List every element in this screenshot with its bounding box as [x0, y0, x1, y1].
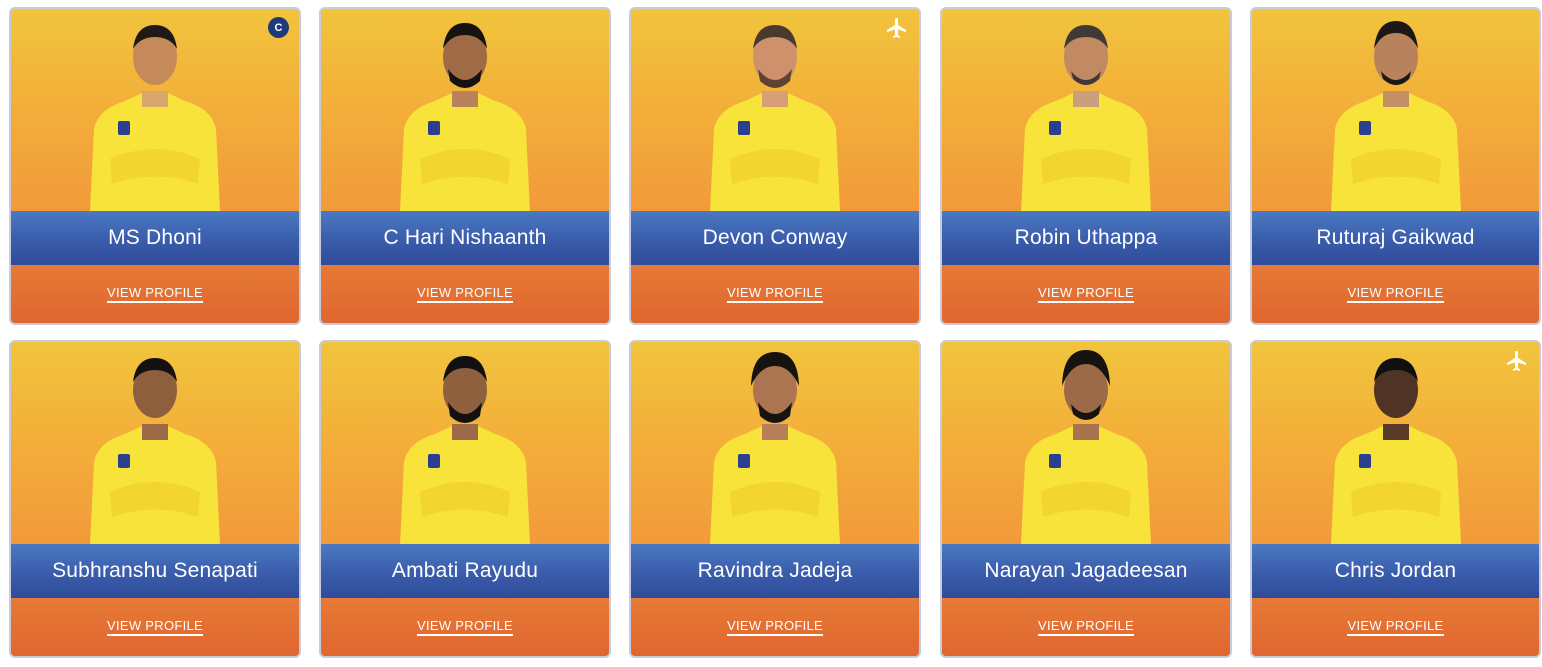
- player-card[interactable]: Ambati Rayudu VIEW PROFILE: [319, 340, 611, 658]
- player-grid: C MS Dhoni VIEW PROFILE C Hari Nishaanth…: [0, 0, 1542, 667]
- captain-badge: C: [268, 17, 289, 38]
- player-name: Subhranshu Senapati: [11, 544, 299, 598]
- view-profile-link[interactable]: VIEW PROFILE: [416, 618, 514, 636]
- player-name: Ruturaj Gaikwad: [1252, 211, 1539, 265]
- card-footer: VIEW PROFILE: [11, 265, 299, 323]
- player-image: [400, 23, 530, 211]
- player-card[interactable]: C Hari Nishaanth VIEW PROFILE: [319, 7, 611, 325]
- card-footer: VIEW PROFILE: [321, 265, 609, 323]
- player-name: Robin Uthappa: [942, 211, 1230, 265]
- player-card[interactable]: Ravindra Jadeja VIEW PROFILE: [629, 340, 921, 658]
- view-profile-link[interactable]: VIEW PROFILE: [726, 285, 824, 303]
- player-photo: [631, 9, 919, 211]
- view-profile-link[interactable]: VIEW PROFILE: [1037, 618, 1135, 636]
- player-photo: [631, 342, 919, 544]
- plane-icon: [887, 18, 906, 38]
- player-card[interactable]: Narayan Jagadeesan VIEW PROFILE: [940, 340, 1232, 658]
- player-name: Ambati Rayudu: [321, 544, 609, 598]
- player-photo: [11, 9, 299, 211]
- player-photo: [1252, 342, 1539, 544]
- view-profile-link[interactable]: VIEW PROFILE: [106, 285, 204, 303]
- player-name: Chris Jordan: [1252, 544, 1539, 598]
- player-image: [1330, 358, 1461, 544]
- view-profile-link[interactable]: VIEW PROFILE: [416, 285, 514, 303]
- card-footer: VIEW PROFILE: [942, 598, 1230, 656]
- view-profile-link[interactable]: VIEW PROFILE: [1347, 618, 1444, 636]
- player-card[interactable]: Devon Conway VIEW PROFILE: [629, 7, 921, 325]
- player-photo: [11, 342, 299, 544]
- player-image: [90, 25, 220, 211]
- player-photo: [321, 342, 609, 544]
- plane-icon: [1507, 351, 1526, 371]
- player-name: Narayan Jagadeesan: [942, 544, 1230, 598]
- player-card[interactable]: Chris Jordan VIEW PROFILE: [1250, 340, 1541, 658]
- player-name: Ravindra Jadeja: [631, 544, 919, 598]
- player-image: [1330, 21, 1461, 211]
- view-profile-link[interactable]: VIEW PROFILE: [1347, 285, 1444, 303]
- player-image: [1021, 350, 1151, 544]
- player-image: [1021, 25, 1151, 211]
- player-photo: [942, 9, 1230, 211]
- player-image: [710, 352, 840, 544]
- card-footer: VIEW PROFILE: [1252, 598, 1539, 656]
- player-image: [400, 356, 530, 544]
- card-footer: VIEW PROFILE: [11, 598, 299, 656]
- player-photo: [942, 342, 1230, 544]
- view-profile-link[interactable]: VIEW PROFILE: [106, 618, 204, 636]
- view-profile-link[interactable]: VIEW PROFILE: [726, 618, 824, 636]
- player-card[interactable]: Subhranshu Senapati VIEW PROFILE: [9, 340, 301, 658]
- player-name: C Hari Nishaanth: [321, 211, 609, 265]
- card-footer: VIEW PROFILE: [631, 265, 919, 323]
- player-card[interactable]: C MS Dhoni VIEW PROFILE: [9, 7, 301, 325]
- card-footer: VIEW PROFILE: [1252, 265, 1539, 323]
- card-footer: VIEW PROFILE: [321, 598, 609, 656]
- player-name: Devon Conway: [631, 211, 919, 265]
- card-footer: VIEW PROFILE: [631, 598, 919, 656]
- player-card[interactable]: Robin Uthappa VIEW PROFILE: [940, 7, 1232, 325]
- player-name: MS Dhoni: [11, 211, 299, 265]
- card-footer: VIEW PROFILE: [942, 265, 1230, 323]
- view-profile-link[interactable]: VIEW PROFILE: [1037, 285, 1135, 303]
- player-image: [90, 358, 220, 544]
- player-photo: [1252, 9, 1539, 211]
- player-card[interactable]: Ruturaj Gaikwad VIEW PROFILE: [1250, 7, 1541, 325]
- player-image: [710, 25, 840, 211]
- player-photo: [321, 9, 609, 211]
